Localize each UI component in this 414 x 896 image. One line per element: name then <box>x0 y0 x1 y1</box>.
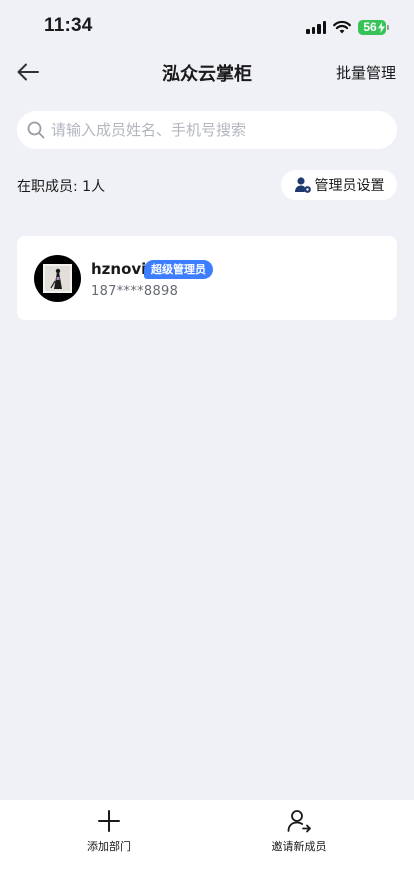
admin-settings-button[interactable]: 管理员设置 <box>281 170 397 200</box>
invite-member-button[interactable]: 邀请新成员 <box>239 808 359 858</box>
add-department-button[interactable]: 添加部门 <box>49 808 169 858</box>
member-phone: 187****8898 <box>91 284 179 299</box>
avatar <box>34 255 81 302</box>
member-name: hznovi <box>91 260 147 278</box>
member-count: 在职成员: 1人 <box>17 179 106 195</box>
batch-manage-button[interactable]: 批量管理 <box>336 62 396 83</box>
role-badge: 超级管理员 <box>144 260 213 279</box>
search-bar[interactable] <box>17 111 397 149</box>
bottom-action-bar: 添加部门 邀请新成员 <box>0 800 414 896</box>
user-gear-icon <box>294 177 311 193</box>
nav-bar: 泓众云掌柜 批量管理 <box>0 54 414 90</box>
cellular-signal-icon <box>306 20 326 34</box>
member-summary: 在职成员: 1人 管理员设置 <box>17 170 397 200</box>
status-time: 11:34 <box>44 15 93 36</box>
plus-icon <box>98 810 120 832</box>
invite-user-icon <box>287 810 311 833</box>
admin-settings-label: 管理员设置 <box>314 178 385 194</box>
member-card[interactable]: hznovi 超级管理员 187****8898 <box>17 236 397 320</box>
status-bar: 11:34 56 <box>0 0 414 54</box>
add-department-label: 添加部门 <box>87 840 131 853</box>
status-icons: 56 <box>306 19 389 35</box>
invite-member-label: 邀请新成员 <box>271 840 327 853</box>
charging-bolt-icon <box>378 21 385 33</box>
search-input[interactable] <box>51 121 371 139</box>
wifi-icon <box>333 20 351 34</box>
search-icon <box>27 121 45 139</box>
battery-icon: 56 <box>358 19 389 35</box>
avatar-image <box>43 264 72 293</box>
battery-level: 56 <box>363 20 377 34</box>
